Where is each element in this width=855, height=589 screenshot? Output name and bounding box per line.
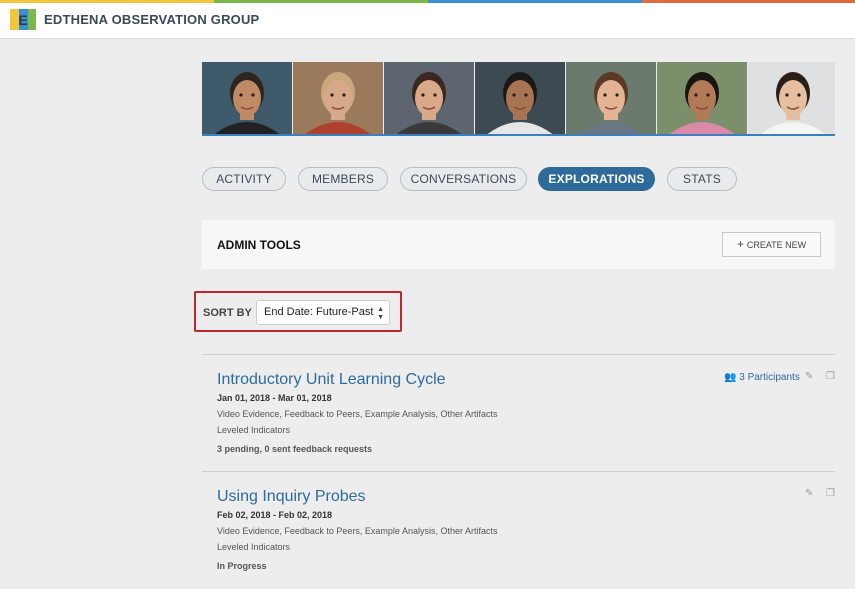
member-photo-4[interactable] [475,62,565,134]
exploration-features: Video Evidence, Feedback to Peers, Examp… [217,526,498,536]
tab-explorations[interactable]: EXPLORATIONS [538,167,655,191]
copy-icon[interactable]: ❐ [826,488,835,499]
member-photo-3[interactable] [384,62,474,134]
exploration-title[interactable]: Introductory Unit Learning Cycle [217,371,446,389]
select-arrows-icon: ▲ ▼ [377,306,384,321]
exploration-status: 3 pending, 0 sent feedback requests [217,444,373,454]
sort-selected-value: End Date: Future-Past [264,306,374,318]
exploration-dates: Feb 02, 2018 - Feb 02, 2018 [217,510,333,520]
copy-icon[interactable]: ❐ [826,371,835,382]
pencil-icon[interactable]: ✎ [805,371,813,382]
member-photo-5[interactable] [566,62,656,134]
accent-stripe [0,0,855,3]
admin-tools-title: ADMIN TOOLS [217,238,301,252]
create-new-button[interactable]: + CREATE NEW [722,232,821,257]
participants-count: 3 Participants [739,372,800,383]
tab-activity[interactable]: ACTIVITY [202,167,286,191]
sort-by-label: SORT BY [203,307,252,319]
sort-select[interactable]: End Date: Future-Past ▲ ▼ [256,300,390,325]
group-name: EDTHENA OBSERVATION GROUP [44,12,260,27]
exploration-status: In Progress [217,561,267,571]
tab-members[interactable]: MEMBERS [298,167,388,191]
exploration-dates: Jan 01, 2018 - Mar 01, 2018 [217,393,332,403]
member-photo-1[interactable] [202,62,292,134]
tab-stats[interactable]: STATS [667,167,737,191]
member-photo-2[interactable] [293,62,383,134]
pencil-icon[interactable]: ✎ [805,488,813,499]
people-icon: 👥 [724,372,737,383]
exploration-indicators: Leveled Indicators [217,542,291,552]
member-photo-strip [202,62,835,136]
exploration-indicators: Leveled Indicators [217,425,291,435]
participants-link[interactable]: 👥 3 Participants [724,372,800,383]
exploration-features: Video Evidence, Feedback to Peers, Examp… [217,409,498,419]
exploration-title[interactable]: Using Inquiry Probes [217,488,366,506]
member-photo-6[interactable] [657,62,747,134]
list-divider [202,354,835,355]
create-new-label: CREATE NEW [746,240,807,250]
svg-text:E: E [18,12,27,28]
list-divider [202,471,835,472]
edthena-logo-icon[interactable]: E [10,9,36,30]
tab-conversations[interactable]: CONVERSATIONS [400,167,527,191]
admin-tools-panel: ADMIN TOOLS + CREATE NEW [202,220,835,269]
sort-highlight-box: SORT BY End Date: Future-Past ▲ ▼ [194,291,402,332]
top-bar: E EDTHENA OBSERVATION GROUP [0,0,855,39]
member-photo-7[interactable] [748,62,835,134]
plus-icon: + [736,237,744,251]
